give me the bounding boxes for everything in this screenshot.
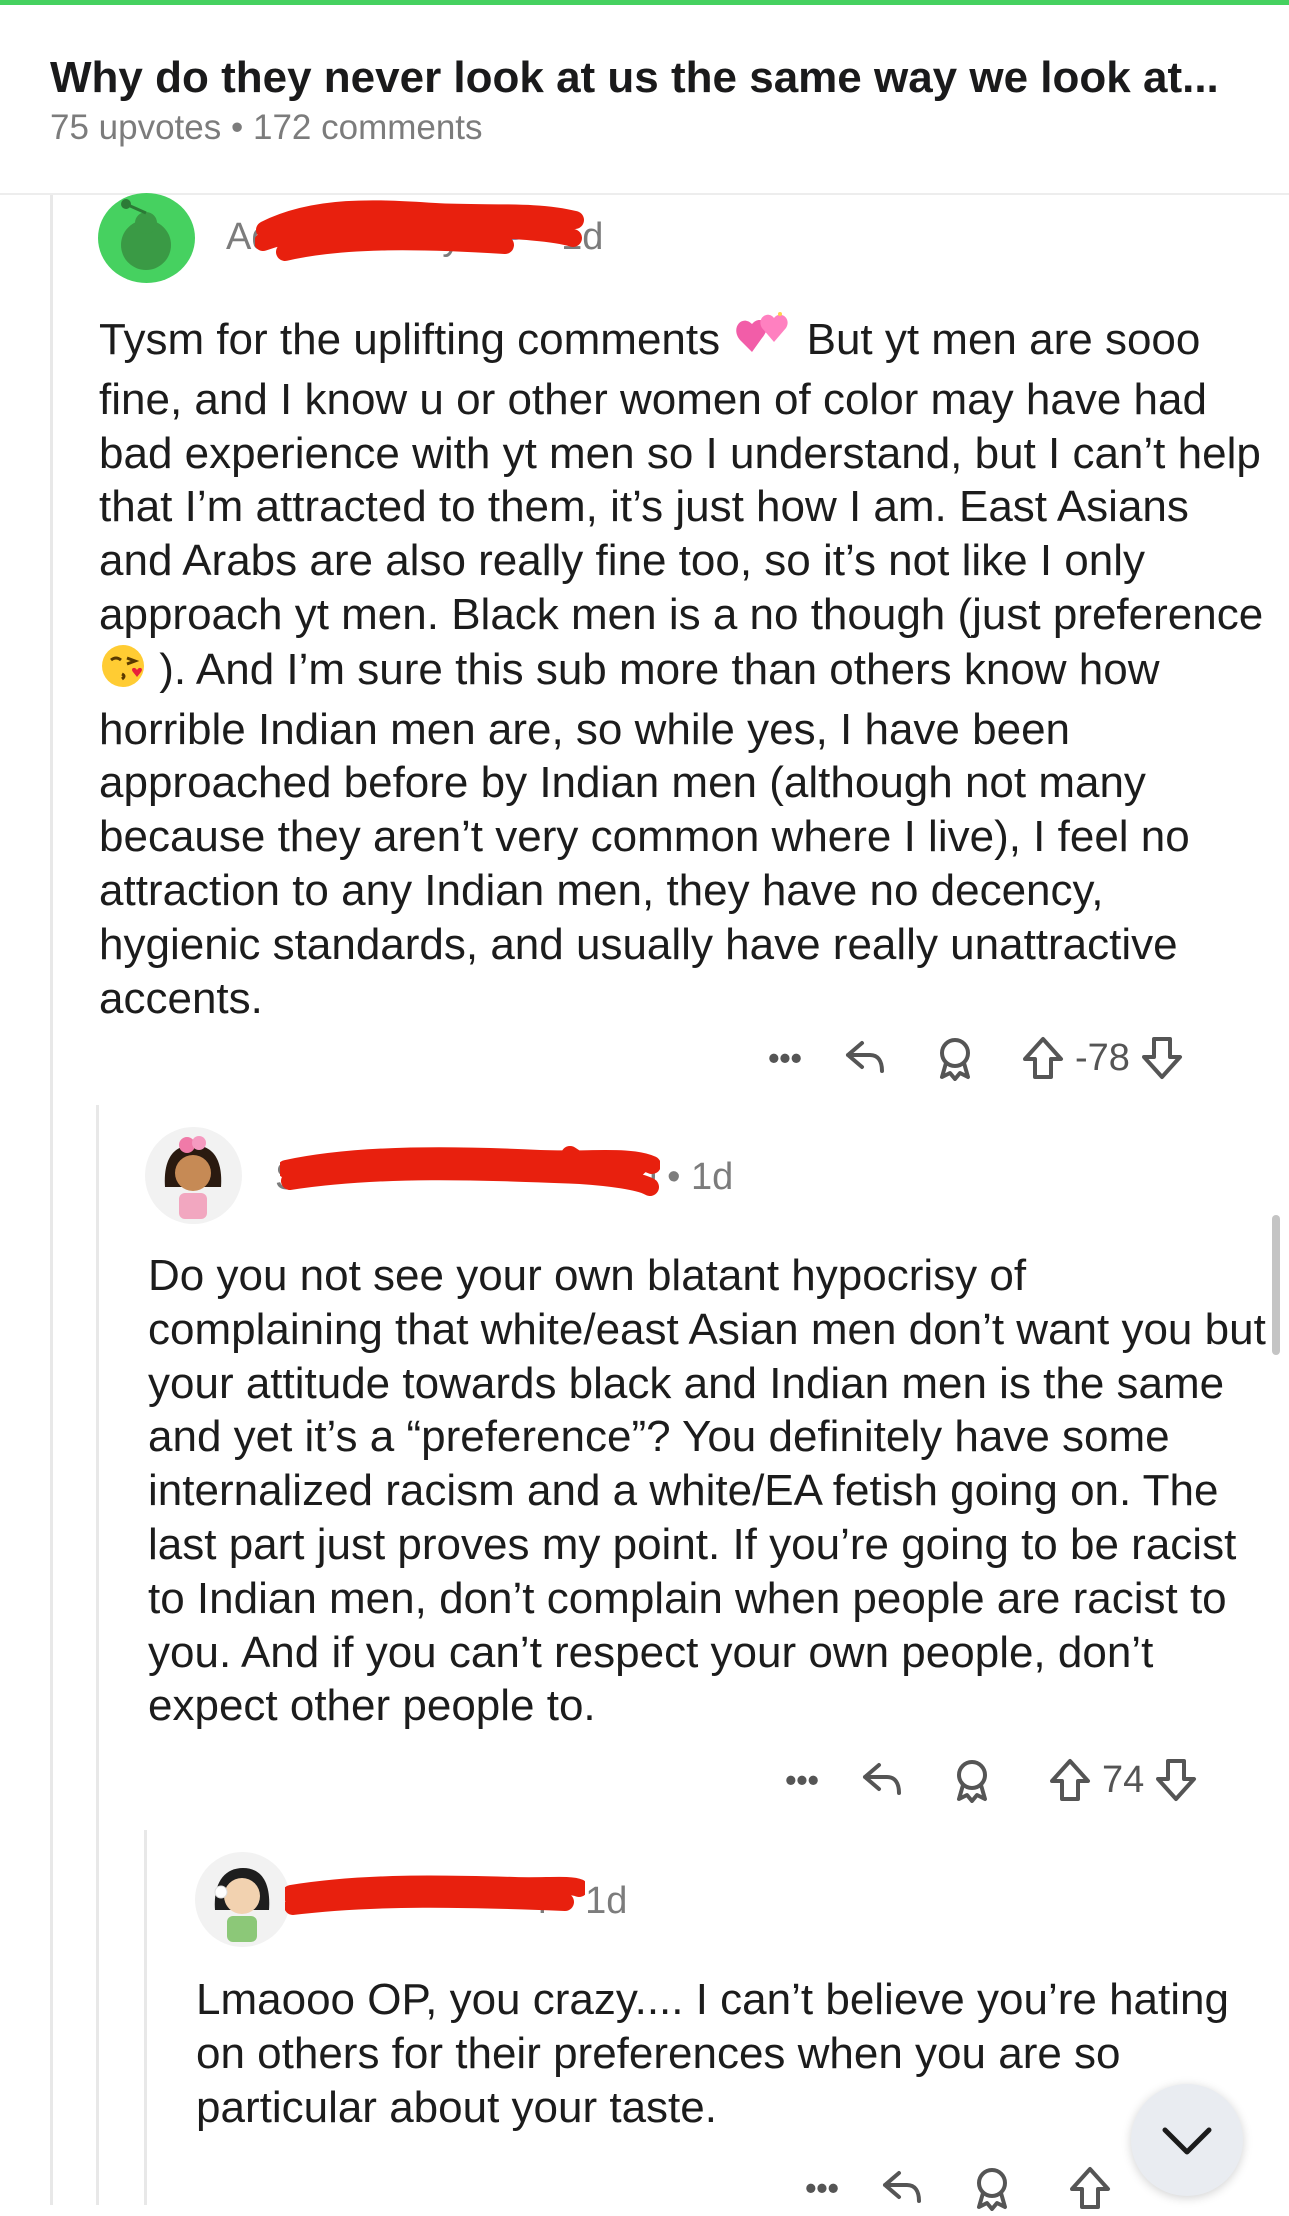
thread-line-level-2 [96,1105,99,2205]
vote-score: 74 [1102,1758,1145,1801]
username-redaction-scribble [255,200,584,261]
scroll-down-button[interactable] [1131,2084,1243,2196]
award-icon[interactable] [952,2165,1032,2211]
more-options-icon[interactable]: ••• [772,1762,832,1799]
snoo-avatar-icon [121,199,171,270]
vote-score: -78 [1075,1036,1130,1079]
comment-2-actions: ••• 74 [772,1752,1198,1808]
comment-2-body: Do you not see your own blatant hypocris… [148,1249,1268,1733]
comment-1-actions: ••• -78 [755,1030,1184,1086]
avatar[interactable] [195,1852,290,1947]
award-icon[interactable] [932,1757,1012,1803]
downvote-icon[interactable] [1154,1757,1198,1803]
comment-age: 1d [690,1156,734,1198]
reply-icon[interactable] [852,2165,952,2211]
upvote-icon[interactable] [995,1035,1065,1081]
kiss-emoji-icon [99,642,147,703]
username-redaction-scribble [285,1875,585,1915]
avatar[interactable] [145,1127,242,1224]
thread-line-level-1 [50,195,53,2205]
comment-text: Tysm for the uplifting comments [99,315,721,364]
comment-count: 172 comments [252,108,483,147]
downvote-icon[interactable] [1140,1035,1184,1081]
comment-text: Lmaooo OP, you crazy.... I can’t believe… [196,1975,1229,2132]
upvote-icon[interactable] [1032,2165,1112,2211]
heart-emoji-icon [732,310,794,373]
comment-1-body: Tysm for the uplifting comments But yt m… [99,310,1269,1025]
comment-3-actions: ••• [792,2160,1112,2216]
reply-icon[interactable] [815,1035,915,1081]
post-header[interactable]: Why do they never look at us the same wa… [0,5,1289,195]
comment-age: 1d [585,1880,628,1922]
thread-line-level-3 [144,1830,147,2205]
avatar[interactable] [98,193,195,283]
scrollbar-thumb[interactable] [1272,1215,1280,1355]
upvote-icon[interactable] [1012,1757,1092,1803]
reply-icon[interactable] [832,1757,932,1803]
comment-text: Do you not see your own blatant hypocris… [148,1251,1266,1731]
meta-separator: • [230,108,244,147]
custom-avatar-icon [214,1868,270,1942]
meta-separator: • [667,1156,681,1198]
post-meta: 75 upvotes • 172 comments [50,108,483,148]
post-title[interactable]: Why do they never look at us the same wa… [50,53,1219,103]
chevron-down-icon [1162,2127,1212,2155]
award-icon[interactable] [915,1035,995,1081]
custom-avatar-icon [164,1136,222,1219]
username-redaction-scribble [280,1146,660,1196]
upvote-count: 75 upvotes [50,108,222,147]
more-options-icon[interactable]: ••• [755,1040,815,1077]
more-options-icon[interactable]: ••• [792,2170,852,2207]
comment-text: ). And I’m sure this sub more than other… [99,644,1190,1023]
comment-3-body: Lmaooo OP, you crazy.... I can’t believe… [196,1973,1266,2134]
